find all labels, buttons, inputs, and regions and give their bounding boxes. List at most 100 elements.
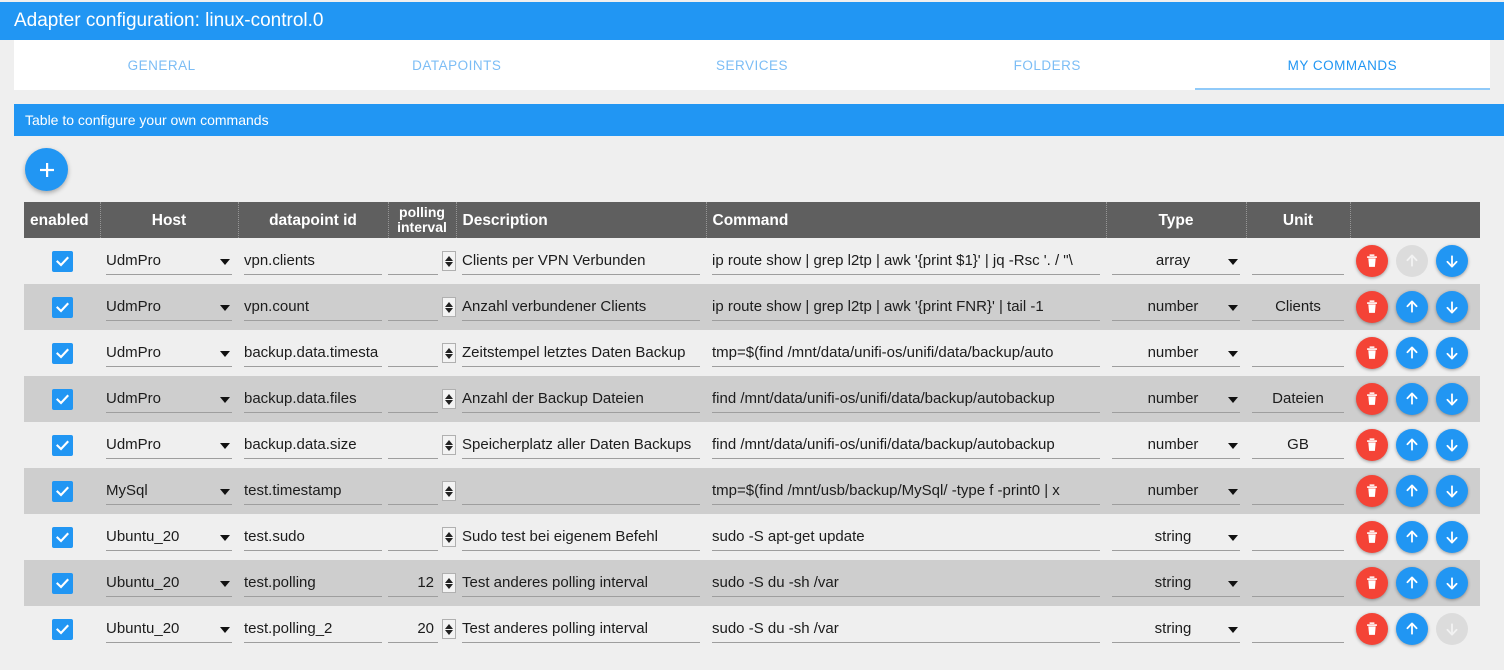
command-input[interactable]: tmp=$(find /mnt/data/unifi-os/unifi/data… (712, 339, 1100, 367)
unit-input[interactable] (1252, 569, 1344, 597)
host-select[interactable]: MySql (106, 477, 232, 505)
description-input[interactable]: Anzahl der Backup Dateien (462, 385, 700, 413)
command-input[interactable]: sudo -S du -sh /var (712, 615, 1100, 643)
enabled-checkbox[interactable] (51, 618, 73, 640)
polling-interval-spinner[interactable] (442, 481, 456, 501)
type-select[interactable]: number (1112, 431, 1240, 459)
command-input[interactable]: find /mnt/data/unifi-os/unifi/data/backu… (712, 385, 1100, 413)
host-select[interactable]: UdmPro (106, 293, 232, 321)
host-select[interactable]: UdmPro (106, 339, 232, 367)
host-select[interactable]: UdmPro (106, 385, 232, 413)
polling-interval-input[interactable] (388, 293, 438, 321)
polling-interval-input[interactable] (388, 477, 438, 505)
polling-interval-spinner[interactable] (442, 435, 456, 455)
description-input[interactable]: Clients per VPN Verbunden (462, 247, 700, 275)
delete-row-button[interactable] (1356, 475, 1388, 507)
polling-interval-stepper[interactable] (388, 339, 456, 367)
polling-interval-stepper[interactable] (388, 293, 456, 321)
polling-interval-spinner[interactable] (442, 527, 456, 547)
type-select[interactable]: number (1112, 385, 1240, 413)
host-select[interactable]: Ubuntu_20 (106, 523, 232, 551)
host-select[interactable]: UdmPro (106, 247, 232, 275)
type-select[interactable]: number (1112, 293, 1240, 321)
description-input[interactable]: Sudo test bei eigenem Befehl (462, 523, 700, 551)
command-input[interactable]: find /mnt/data/unifi-os/unifi/data/backu… (712, 431, 1100, 459)
tab-folders[interactable]: FOLDERS (900, 40, 1195, 90)
delete-row-button[interactable] (1356, 337, 1388, 369)
move-row-down-button[interactable] (1436, 475, 1468, 507)
move-row-up-button[interactable] (1396, 567, 1428, 599)
description-input[interactable]: Test anderes polling interval (462, 569, 700, 597)
polling-interval-input[interactable] (388, 385, 438, 413)
move-row-up-button[interactable] (1396, 383, 1428, 415)
type-select[interactable]: number (1112, 339, 1240, 367)
host-select[interactable]: UdmPro (106, 431, 232, 459)
unit-input[interactable] (1252, 339, 1344, 367)
polling-interval-input[interactable]: 20 (388, 615, 438, 643)
move-row-down-button[interactable] (1436, 567, 1468, 599)
datapoint-id-input[interactable]: test.polling_2 (244, 615, 382, 643)
datapoint-id-input[interactable]: vpn.clients (244, 247, 382, 275)
polling-interval-input[interactable] (388, 339, 438, 367)
polling-interval-spinner[interactable] (442, 343, 456, 363)
move-row-down-button[interactable] (1436, 245, 1468, 277)
polling-interval-stepper[interactable]: 12 (388, 569, 456, 597)
polling-interval-stepper[interactable] (388, 523, 456, 551)
datapoint-id-input[interactable]: test.polling (244, 569, 382, 597)
datapoint-id-input[interactable]: test.sudo (244, 523, 382, 551)
polling-interval-spinner[interactable] (442, 389, 456, 409)
delete-row-button[interactable] (1356, 429, 1388, 461)
delete-row-button[interactable] (1356, 383, 1388, 415)
description-input[interactable]: Speicherplatz aller Daten Backups (462, 431, 700, 459)
command-input[interactable]: ip route show | grep l2tp | awk '{print … (712, 247, 1100, 275)
delete-row-button[interactable] (1356, 245, 1388, 277)
type-select[interactable]: number (1112, 477, 1240, 505)
type-select[interactable]: string (1112, 615, 1240, 643)
polling-interval-spinner[interactable] (442, 573, 456, 593)
polling-interval-spinner[interactable] (442, 297, 456, 317)
polling-interval-stepper[interactable]: 20 (388, 615, 456, 643)
description-input[interactable]: Test anderes polling interval (462, 615, 700, 643)
description-input[interactable]: Zeitstempel letztes Daten Backup (462, 339, 700, 367)
enabled-checkbox[interactable] (51, 480, 73, 502)
datapoint-id-input[interactable]: backup.data.files (244, 385, 382, 413)
host-select[interactable]: Ubuntu_20 (106, 615, 232, 643)
unit-input[interactable]: Clients (1252, 293, 1344, 321)
delete-row-button[interactable] (1356, 291, 1388, 323)
polling-interval-input[interactable]: 12 (388, 569, 438, 597)
delete-row-button[interactable] (1356, 521, 1388, 553)
command-input[interactable]: ip route show | grep l2tp | awk '{print … (712, 293, 1100, 321)
description-input[interactable]: Anzahl verbundener Clients (462, 293, 700, 321)
polling-interval-input[interactable] (388, 523, 438, 551)
move-row-down-button[interactable] (1436, 383, 1468, 415)
unit-input[interactable]: GB (1252, 431, 1344, 459)
enabled-checkbox[interactable] (51, 388, 73, 410)
command-input[interactable]: sudo -S du -sh /var (712, 569, 1100, 597)
type-select[interactable]: string (1112, 569, 1240, 597)
enabled-checkbox[interactable] (51, 572, 73, 594)
polling-interval-input[interactable] (388, 247, 438, 275)
host-select[interactable]: Ubuntu_20 (106, 569, 232, 597)
move-row-up-button[interactable] (1396, 291, 1428, 323)
delete-row-button[interactable] (1356, 567, 1388, 599)
enabled-checkbox[interactable] (51, 526, 73, 548)
tab-my-commands[interactable]: MY COMMANDS (1194, 40, 1491, 90)
move-row-down-button[interactable] (1436, 337, 1468, 369)
tab-services[interactable]: SERVICES (604, 40, 899, 90)
tab-datapoints[interactable]: DATAPOINTS (309, 40, 604, 90)
move-row-up-button[interactable] (1396, 475, 1428, 507)
polling-interval-stepper[interactable] (388, 477, 456, 505)
command-input[interactable]: tmp=$(find /mnt/usb/backup/MySql/ -type … (712, 477, 1100, 505)
polling-interval-stepper[interactable] (388, 431, 456, 459)
enabled-checkbox[interactable] (51, 250, 73, 272)
tab-general[interactable]: GENERAL (14, 40, 309, 90)
datapoint-id-input[interactable]: vpn.count (244, 293, 382, 321)
datapoint-id-input[interactable]: backup.data.size (244, 431, 382, 459)
polling-interval-stepper[interactable] (388, 385, 456, 413)
enabled-checkbox[interactable] (51, 342, 73, 364)
type-select[interactable]: array (1112, 247, 1240, 275)
type-select[interactable]: string (1112, 523, 1240, 551)
description-input[interactable] (462, 477, 700, 505)
move-row-up-button[interactable] (1396, 429, 1428, 461)
move-row-down-button[interactable] (1436, 521, 1468, 553)
